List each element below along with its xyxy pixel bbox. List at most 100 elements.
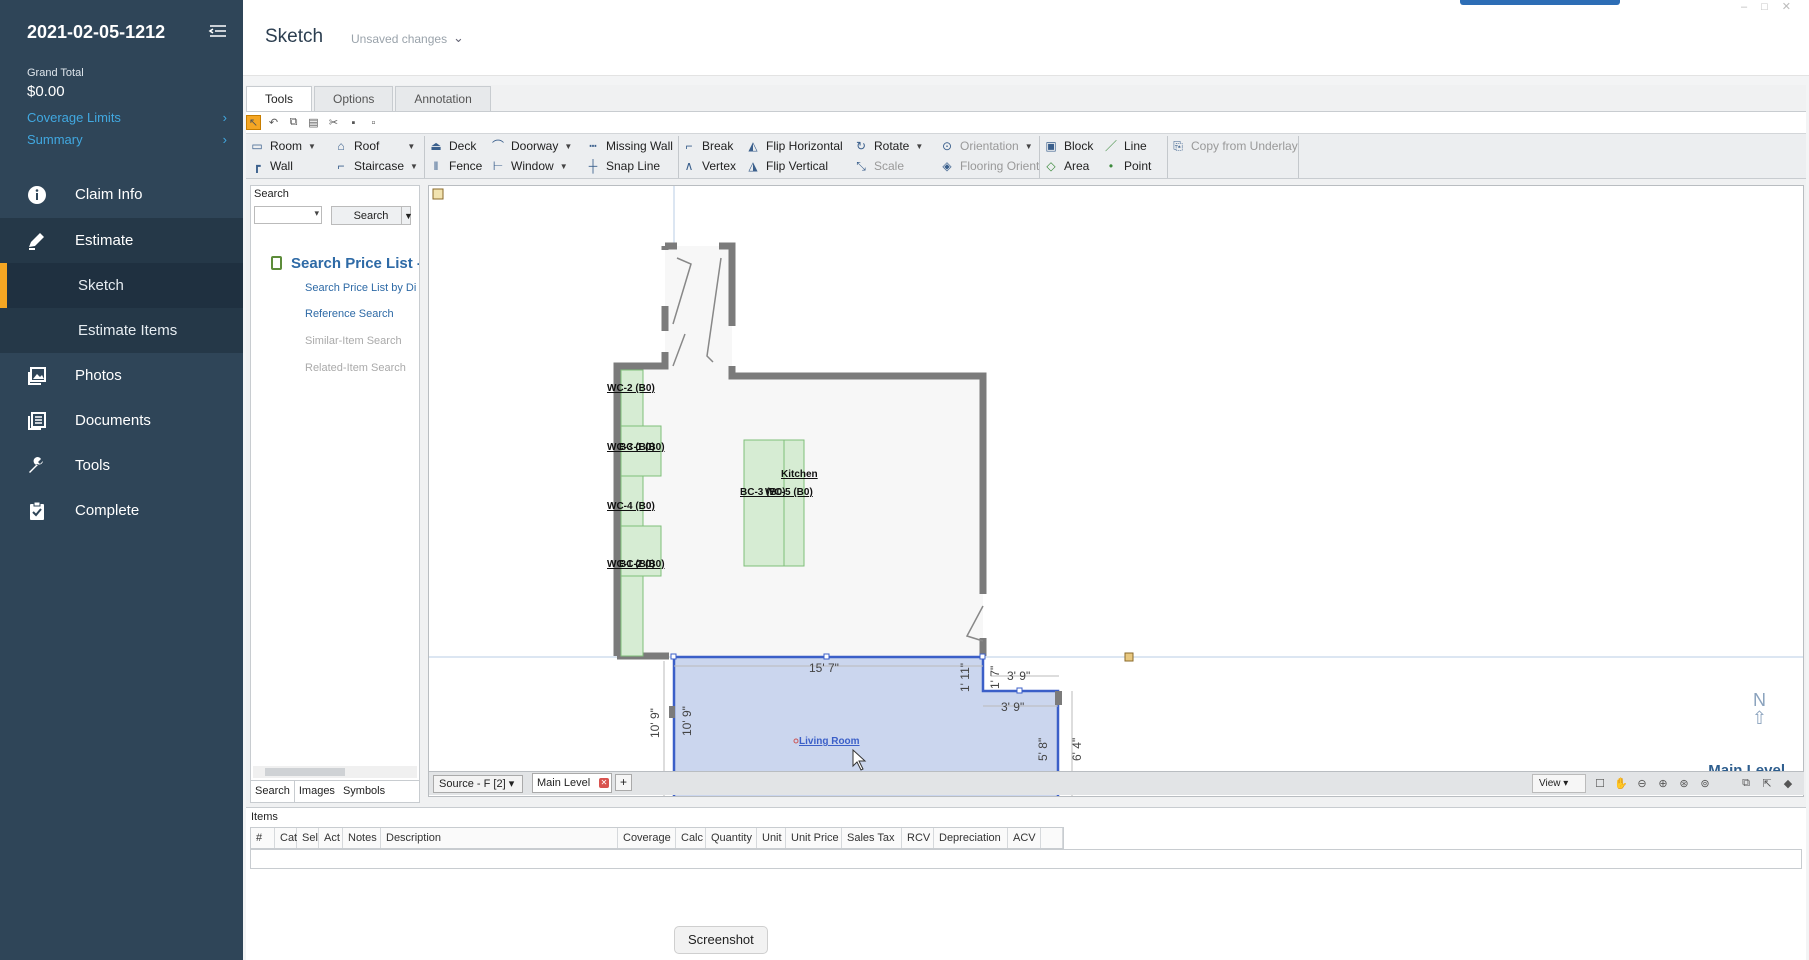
tab-images[interactable]: Images	[295, 781, 339, 802]
search-price-list-title[interactable]: Search Price List -	[291, 255, 419, 272]
col-acv[interactable]: ACV	[1008, 828, 1041, 848]
nav-estimate[interactable]: Estimate	[0, 218, 243, 263]
col-depreciation[interactable]: Depreciation	[934, 828, 1008, 848]
missing-wall-tool[interactable]: ┅ Missing Wall	[586, 136, 673, 156]
nav-documents-label: Documents	[75, 412, 151, 429]
deck-tool[interactable]: ⏏ Deck	[429, 136, 476, 156]
chevron-down-icon[interactable]: ⌄	[453, 30, 464, 46]
doorway-tool[interactable]: ⌒ Doorway ▼	[491, 136, 572, 156]
view-dropdown[interactable]: View ▾	[1532, 774, 1586, 793]
horizontal-scrollbar[interactable]	[253, 766, 417, 778]
copy-icon[interactable]: ⧉	[286, 115, 301, 130]
tab-symbols[interactable]: Symbols	[339, 781, 389, 802]
similar-item-search-link[interactable]: Similar-Item Search	[305, 335, 419, 347]
nav-complete[interactable]: Complete	[0, 488, 243, 533]
break-tool[interactable]: ⌐ Break	[682, 136, 733, 156]
3d-view-icon[interactable]: ◆	[1780, 775, 1796, 791]
col-description[interactable]: Description	[381, 828, 618, 848]
orientation-tool[interactable]: ⊙ Orientation ▼	[940, 136, 1033, 156]
close-icon[interactable]: ✕	[599, 778, 609, 788]
undo-icon[interactable]: ↶	[266, 115, 281, 130]
flooring-orient-tool[interactable]: ◈ Flooring Orient	[940, 156, 1039, 176]
tab-options[interactable]: Options	[314, 86, 394, 111]
area-tool[interactable]: ◇ Area	[1044, 156, 1089, 176]
window-controls[interactable]: –□✕	[1741, 0, 1805, 13]
col-number[interactable]: #	[251, 828, 275, 848]
vertex-tool[interactable]: ∧ Vertex	[682, 156, 736, 176]
col-rcv[interactable]: RCV	[902, 828, 934, 848]
lock-icon[interactable]: ▪	[346, 115, 361, 130]
table-row[interactable]	[250, 849, 1802, 869]
copy-from-underlay-tool[interactable]: ⎘ Copy from Underlay	[1171, 136, 1298, 156]
select-box-icon[interactable]: ☐	[1592, 775, 1608, 791]
items-header-row: # Cat Sel Act Notes Description Coverage…	[250, 827, 1064, 849]
col-sel[interactable]: Sel	[297, 828, 319, 848]
block-tool[interactable]: ▣ Block	[1044, 136, 1093, 156]
scale-tool[interactable]: ⤡ Scale	[854, 156, 904, 176]
copy-view-icon[interactable]: ⧉	[1738, 775, 1754, 791]
cut-icon[interactable]: ✂	[326, 115, 341, 130]
col-cat[interactable]: Cat	[275, 828, 297, 848]
tab-annotation[interactable]: Annotation	[395, 86, 491, 111]
col-extra[interactable]	[1041, 828, 1063, 848]
fence-tool[interactable]: ‖ Fence	[429, 156, 483, 176]
search-options-dropdown[interactable]: ▼	[401, 206, 415, 225]
col-quantity[interactable]: Quantity	[706, 828, 757, 848]
pan-hand-icon[interactable]: ✋	[1613, 775, 1629, 791]
rotate-tool[interactable]: ↻ Rotate ▼	[854, 136, 923, 156]
tab-search[interactable]: Search	[251, 781, 295, 802]
scrollbar-thumb[interactable]	[265, 768, 345, 776]
point-icon: •	[1108, 159, 1114, 173]
col-sales-tax[interactable]: Sales Tax	[842, 828, 902, 848]
selection-handle	[670, 653, 677, 660]
staircase-tool[interactable]: ⌐ Staircase ▼	[334, 156, 417, 176]
nav-documents[interactable]: Documents	[0, 398, 243, 443]
nav-claim-info[interactable]: Claim Info	[0, 172, 243, 217]
search-scope-select[interactable]	[254, 206, 322, 224]
sketch-canvas[interactable]: 15' 7" 1' 11" 1' 7" 3' 9" 3' 9" 10' 9" 1…	[428, 185, 1804, 797]
zoom-selection-icon[interactable]: ⊚	[1697, 775, 1713, 791]
export-icon[interactable]: ⇱	[1759, 775, 1775, 791]
sidebar: 2021-02-05-1212 Grand Total $0.00 Covera…	[0, 0, 243, 960]
add-level-button[interactable]: +	[615, 774, 632, 791]
summary-link[interactable]: Summary ›	[27, 132, 227, 147]
tab-main-level[interactable]: Main Level ✕	[532, 773, 612, 793]
source-select[interactable]: Source - F [2] ▾	[433, 775, 523, 793]
nav-tools[interactable]: Tools	[0, 443, 243, 488]
reference-search-link[interactable]: Reference Search	[305, 308, 419, 320]
unsaved-status[interactable]: Unsaved changes	[351, 32, 447, 46]
paste-icon[interactable]: ▤	[306, 115, 321, 130]
flip-horizontal-tool[interactable]: ◭ Flip Horizontal	[746, 136, 842, 156]
zoom-out-icon[interactable]: ⊖	[1634, 775, 1650, 791]
window-tool[interactable]: ⊢ Window ▼	[491, 156, 568, 176]
fence-label: Fence	[449, 159, 483, 173]
line-tool[interactable]: ／ Line	[1104, 136, 1147, 156]
nav-photos[interactable]: Photos	[0, 353, 243, 398]
coverage-limits-link[interactable]: Coverage Limits ›	[27, 110, 227, 125]
search-price-list-by-division-link[interactable]: Search Price List by Di	[305, 282, 419, 294]
zoom-in-icon[interactable]: ⊕	[1655, 775, 1671, 791]
save-icon[interactable]: ▫	[366, 115, 381, 130]
col-notes[interactable]: Notes	[343, 828, 381, 848]
point-tool[interactable]: • Point	[1104, 156, 1151, 176]
snap-line-tool[interactable]: ┼ Snap Line	[586, 156, 660, 176]
col-act[interactable]: Act	[319, 828, 343, 848]
room-tool[interactable]: ▭ Room ▼	[250, 136, 316, 156]
col-calc[interactable]: Calc	[676, 828, 706, 848]
related-item-search-link[interactable]: Related-Item Search	[305, 362, 419, 374]
select-pointer-icon[interactable]: ↖	[246, 115, 261, 130]
nav-sketch[interactable]: Sketch	[0, 263, 243, 308]
col-coverage[interactable]: Coverage	[618, 828, 676, 848]
header-action-tab[interactable]	[1460, 0, 1620, 5]
nav-estimate-items[interactable]: Estimate Items	[0, 308, 243, 353]
col-unit-price[interactable]: Unit Price	[786, 828, 842, 848]
roof-tool[interactable]: ⌂ Roof ▼	[334, 136, 415, 156]
col-unit[interactable]: Unit	[757, 828, 786, 848]
floor-plan-drawing[interactable]: 15' 7" 1' 11" 1' 7" 3' 9" 3' 9" 10' 9" 1…	[429, 186, 1804, 797]
tab-tools[interactable]: Tools	[246, 86, 313, 111]
flip-vertical-tool[interactable]: ◮ Flip Vertical	[746, 156, 828, 176]
search-button[interactable]: Search	[331, 206, 411, 225]
wall-tool[interactable]: ┏ Wall	[250, 156, 293, 176]
zoom-fit-icon[interactable]: ⊛	[1676, 775, 1692, 791]
collapse-sidebar-icon[interactable]	[207, 22, 229, 40]
